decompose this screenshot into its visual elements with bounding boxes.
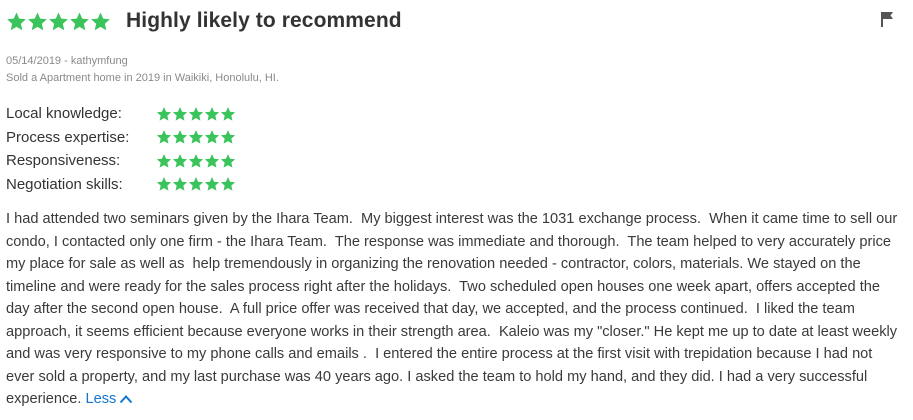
- rating-row: Process expertise:: [6, 126, 236, 150]
- rating-label: Local knowledge:: [6, 105, 122, 123]
- star-icon: [220, 176, 236, 192]
- star-icon: [188, 106, 204, 122]
- star-icon: [69, 11, 90, 32]
- chevron-up-icon: [120, 395, 133, 404]
- rating-row: Local knowledge:: [6, 102, 236, 126]
- review-body: I had attended two seminars given by the…: [6, 211, 902, 407]
- flag-icon[interactable]: [879, 10, 895, 28]
- star-icon: [27, 11, 48, 32]
- star-icon: [188, 176, 204, 192]
- star-icon: [204, 153, 220, 169]
- star-icon: [188, 129, 204, 145]
- rating-stars: [156, 106, 236, 122]
- star-icon: [48, 11, 69, 32]
- review-header: Highly likely to recommend: [6, 7, 402, 35]
- review-date-author: 05/14/2019 - kathymfung: [6, 55, 128, 67]
- rating-stars: [156, 153, 236, 169]
- star-icon: [156, 106, 172, 122]
- overall-rating-stars: [6, 11, 111, 32]
- star-icon: [156, 129, 172, 145]
- rating-row: Negotiation skills:: [6, 173, 236, 197]
- rating-row: Responsiveness:: [6, 149, 236, 173]
- rating-label: Responsiveness:: [6, 152, 121, 170]
- less-label: Less: [85, 391, 117, 407]
- star-icon: [220, 106, 236, 122]
- star-icon: [188, 153, 204, 169]
- sub-ratings: Local knowledge: Process expertise: Respon…: [6, 102, 236, 196]
- review-title: Highly likely to recommend: [126, 9, 402, 32]
- star-icon: [220, 129, 236, 145]
- star-icon: [220, 153, 236, 169]
- review-meta: 05/14/2019 - kathymfung Sold a Apartment…: [6, 53, 279, 87]
- star-icon: [156, 153, 172, 169]
- review-transaction: Sold a Apartment home in 2019 in Waikiki…: [6, 72, 279, 84]
- rating-label: Process expertise:: [6, 128, 130, 146]
- star-icon: [204, 106, 220, 122]
- star-icon: [156, 176, 172, 192]
- star-icon: [6, 11, 27, 32]
- review-body-container: I had attended two seminars given by the…: [6, 208, 904, 411]
- star-icon: [172, 129, 188, 145]
- star-icon: [172, 176, 188, 192]
- star-icon: [204, 129, 220, 145]
- rating-stars: [156, 129, 236, 145]
- rating-label: Negotiation skills:: [6, 175, 123, 193]
- star-icon: [90, 11, 111, 32]
- star-icon: [172, 153, 188, 169]
- star-icon: [172, 106, 188, 122]
- rating-stars: [156, 176, 236, 192]
- less-link[interactable]: Less: [86, 391, 134, 407]
- star-icon: [204, 176, 220, 192]
